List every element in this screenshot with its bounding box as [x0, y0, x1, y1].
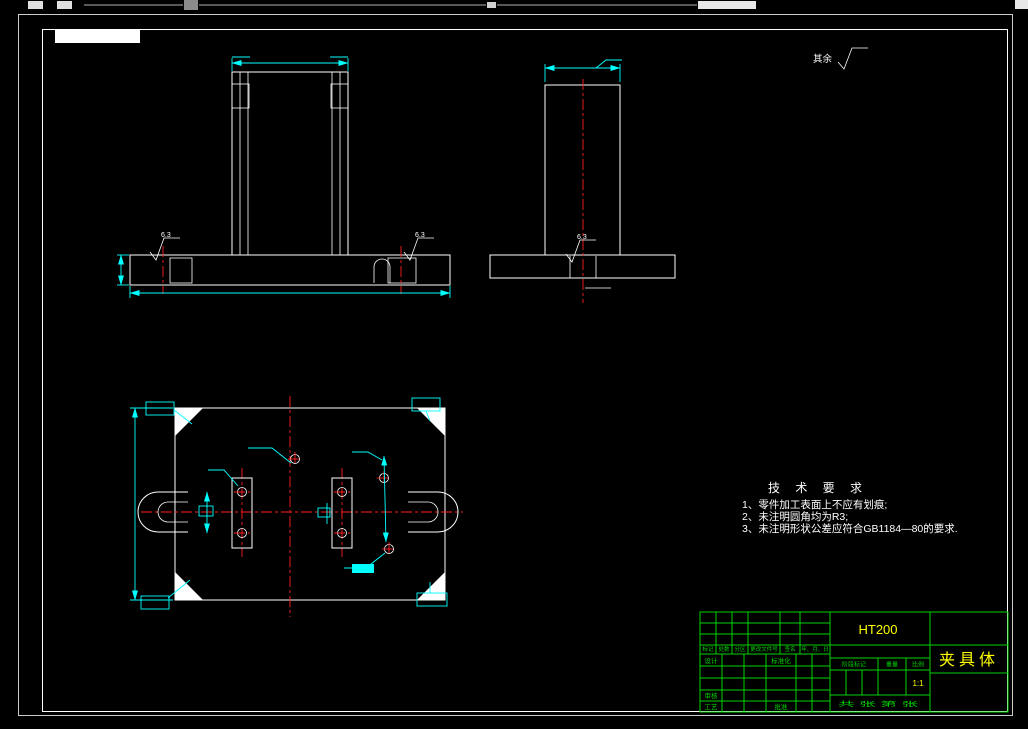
outer-border	[18, 14, 1013, 716]
material-value: HT200	[858, 622, 897, 637]
dim-text-block	[352, 564, 374, 573]
scale-label: 比例	[912, 661, 924, 669]
approve-label: 批准	[775, 702, 789, 711]
surface-default-note: 其余	[813, 54, 833, 65]
revision-header-cell: 更改文件号	[750, 645, 778, 653]
dimension-leader	[248, 447, 292, 464]
revision-header-cell: 处数	[718, 645, 730, 653]
revision-header-cell: 年、月、日	[801, 645, 829, 653]
base-plate-outline	[489, 254, 676, 279]
dim-label-box	[140, 595, 170, 610]
revision-header-cell: 标记	[702, 645, 714, 653]
sheet-frame	[18, 14, 1013, 716]
inner-border	[42, 29, 1008, 712]
stage-label: 阶段标记	[842, 661, 866, 669]
process-label: 工艺	[705, 703, 719, 711]
part-name: 夹具体	[939, 651, 999, 669]
dim-label-box	[317, 507, 331, 518]
hatched-section	[169, 257, 193, 284]
corner-chamfer	[175, 572, 203, 600]
chrome-close-button[interactable]	[1015, 0, 1028, 9]
default-roughness-symbol	[837, 47, 868, 70]
technical-requirements: 技 术 要 求 1、零件加工表面上不应有划痕; 2、未注明圆角均为R3; 3、未…	[742, 482, 1022, 535]
tech-requirement-item: 3、未注明形状公差应符合GB1184—80的要求.	[742, 523, 958, 535]
dim-label-box	[145, 401, 175, 416]
chrome-titlebar-fragment[interactable]	[698, 1, 756, 9]
dimension-line	[381, 455, 389, 543]
window-chrome-fragments	[28, 0, 1028, 10]
cad-window: 6.3 6.3 6.3 标记 处数 分区 更改文件号 签名 年、月、日 设计 标…	[0, 0, 1028, 729]
roughness-symbol: 6.3	[565, 234, 596, 263]
corner-chamfer	[417, 572, 445, 600]
roughness-value: 6.3	[415, 232, 425, 239]
chrome-button[interactable]	[487, 2, 496, 8]
roughness-value: 6.3	[577, 234, 587, 241]
revision-header-cell: 签名	[784, 645, 795, 653]
chrome-button[interactable]	[57, 1, 72, 9]
roughness-value: 6.3	[161, 232, 171, 239]
review-label: 审核	[705, 691, 719, 700]
tech-requirement-item: 2、未注明圆角均为R3;	[742, 511, 849, 523]
sheet-count-label: 共 张 第 张	[838, 699, 919, 708]
plate-outline	[174, 407, 446, 601]
side-view	[489, 59, 676, 303]
chrome-button[interactable]	[28, 1, 43, 9]
scale-value: 1:1	[912, 679, 924, 688]
standardization-label: 标准化	[771, 656, 791, 665]
hatched-boss	[231, 83, 250, 109]
title-block: 标记 处数 分区 更改文件号 签名 年、月、日 设计 标准化 审核 工艺 批准 …	[699, 611, 1009, 713]
cad-canvas: 6.3 6.3 6.3 标记 处数 分区 更改文件号 签名 年、月、日 设计 标…	[18, 0, 1028, 716]
roughness-symbol: 6.3	[403, 232, 434, 261]
revision-header-cell: 分区	[734, 645, 746, 653]
column-outline	[544, 84, 621, 255]
chrome-button[interactable]	[184, 0, 198, 10]
dimension-leader	[352, 451, 383, 461]
tech-requirements-title: 技 术 要 求	[768, 481, 869, 495]
plan-view	[130, 396, 463, 617]
dim-label-box	[198, 505, 214, 517]
front-view	[117, 56, 451, 298]
tech-requirement-item: 1、零件加工表面上不应有划痕;	[742, 499, 888, 511]
weight-label: 重量	[886, 661, 898, 669]
hatched-section	[387, 257, 417, 284]
roughness-symbol: 6.3	[149, 232, 180, 261]
top-left-label-box	[55, 29, 140, 43]
hatched-boss	[330, 83, 349, 109]
base-plate-outline	[129, 254, 451, 286]
design-label: 设计	[705, 656, 719, 665]
corner-chamfer	[417, 408, 445, 436]
dimension-leader	[595, 59, 622, 69]
